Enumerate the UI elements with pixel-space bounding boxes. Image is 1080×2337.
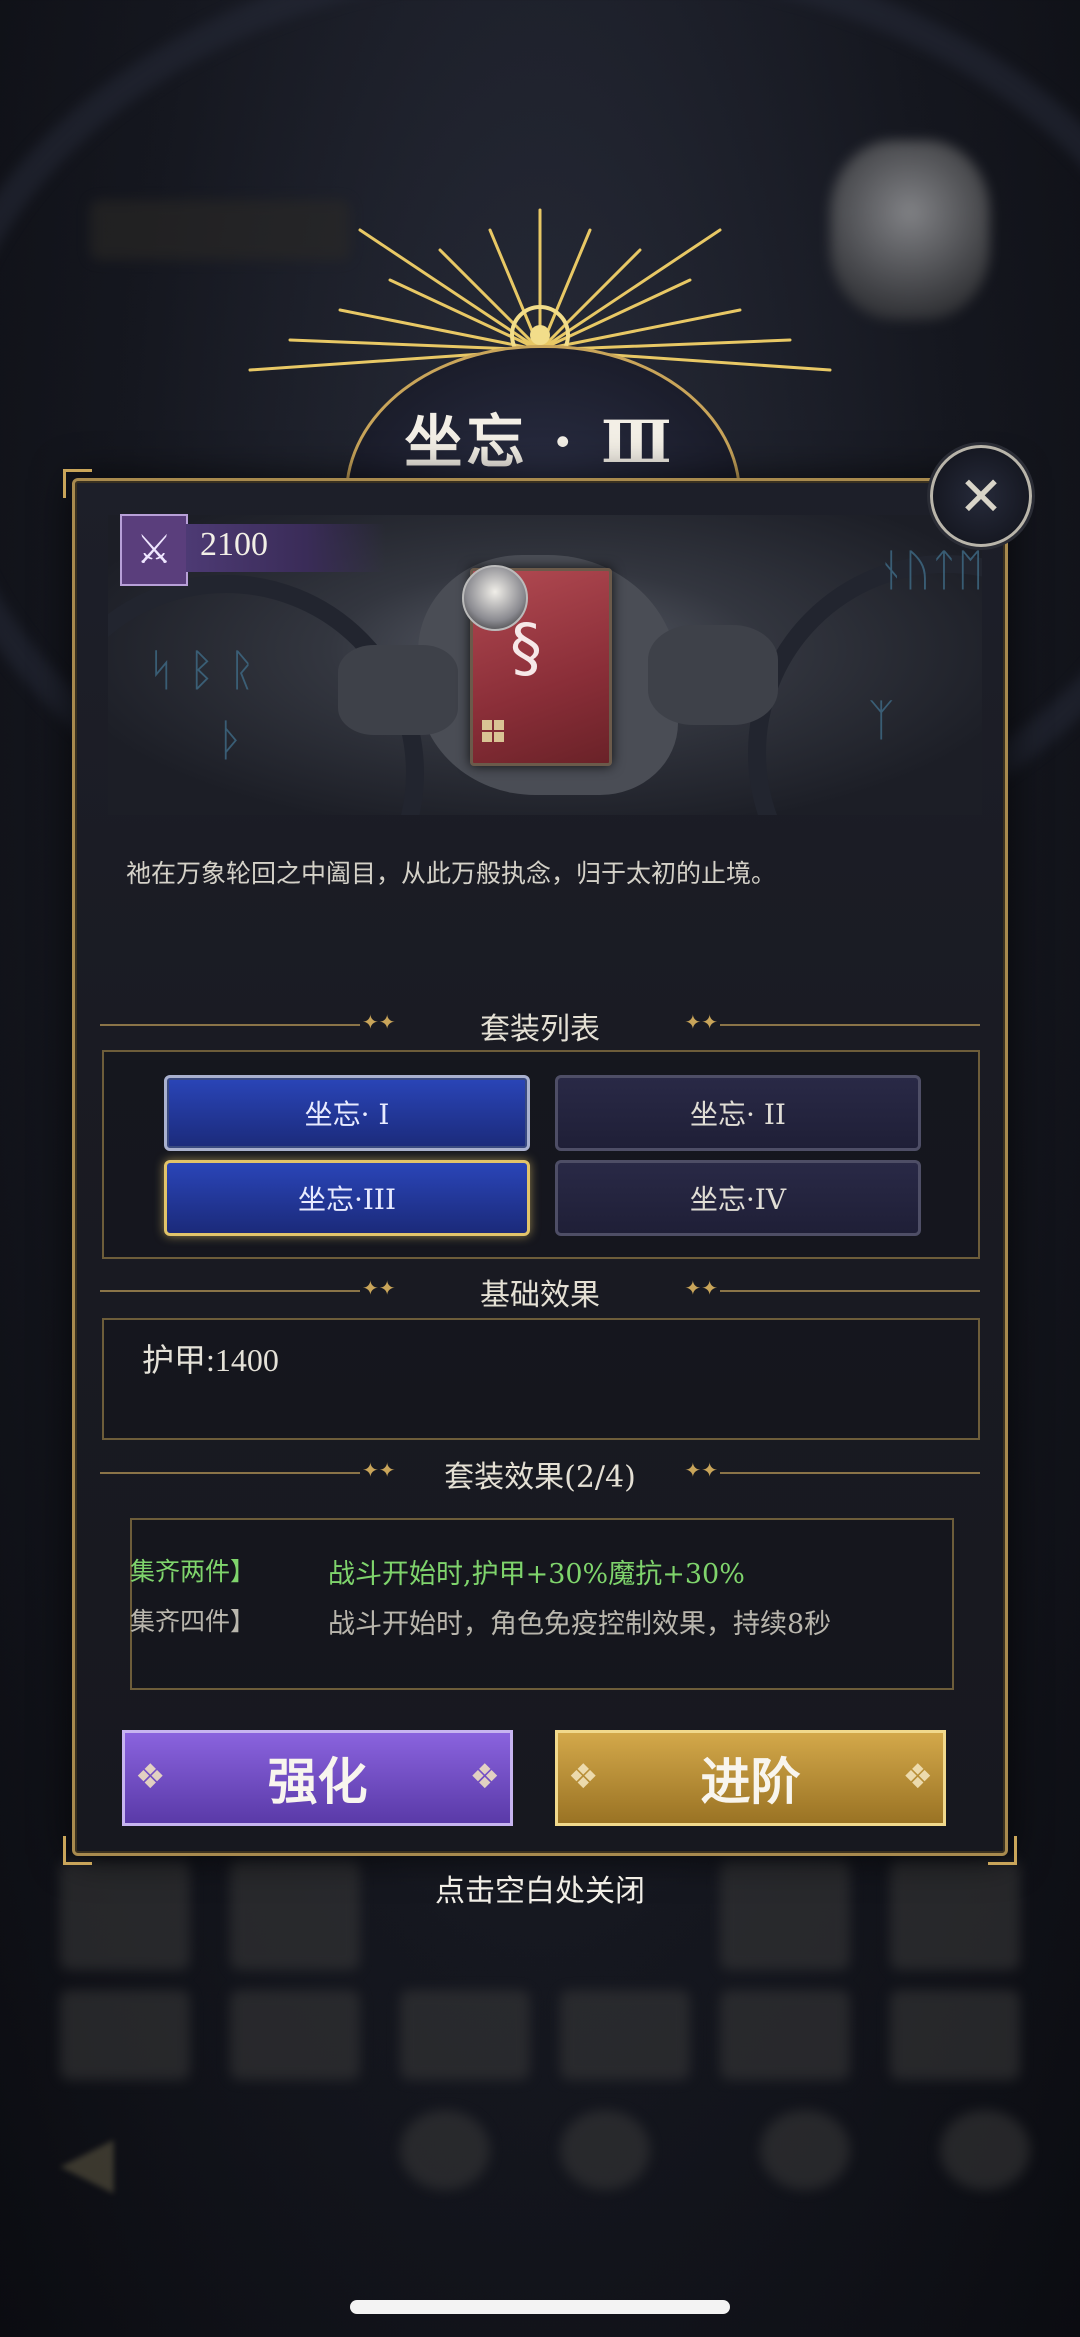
set-list-title: 套装列表 bbox=[480, 1012, 600, 1047]
base-effect-value: 护甲:1400 bbox=[142, 1342, 279, 1378]
set-list-header: ✦✦ 套装列表 ✦✦ bbox=[100, 1004, 980, 1047]
set-button-4[interactable]: 坐忘·IV bbox=[555, 1160, 921, 1236]
set-effect-requirement: 集齐四件】 bbox=[130, 1607, 256, 1636]
crossed-swords-icon: ⚔ bbox=[120, 514, 188, 586]
crossed-arrows-close-icon: ✕ bbox=[958, 464, 1004, 528]
back-arrow-icon[interactable]: ◀ bbox=[60, 2120, 140, 2202]
base-effect-title: 基础效果 bbox=[480, 1278, 600, 1313]
set-effect-title: 套装效果(2/4) bbox=[444, 1460, 636, 1495]
set-button-label: 坐忘·III bbox=[297, 1183, 397, 1216]
serpent-emblem-icon: § bbox=[510, 612, 542, 686]
set-button-label: 坐忘· I bbox=[304, 1098, 390, 1131]
set-effect-text: 战斗开始时,护甲+30%魔抗+30% bbox=[328, 1559, 745, 1590]
home-indicator[interactable] bbox=[350, 2300, 730, 2314]
grid-icon bbox=[482, 720, 504, 742]
set-effect-header: ✦✦ 套装效果(2/4) ✦✦ bbox=[100, 1452, 980, 1495]
close-hint[interactable]: 点击空白处关闭 bbox=[0, 1866, 1080, 1910]
set-button-2[interactable]: 坐忘· II bbox=[555, 1075, 921, 1151]
set-button-label: 坐忘·IV bbox=[689, 1183, 787, 1216]
set-effect-requirement: 集齐两件】 bbox=[130, 1557, 256, 1586]
ornament-icon: ❖ bbox=[469, 1757, 500, 1797]
equipment-description: 祂在万象轮回之中阖目，从此万般执念，归于太初的止境。 bbox=[126, 859, 777, 888]
set-button-3[interactable]: 坐忘·III bbox=[164, 1160, 530, 1236]
ornament-icon: ❖ bbox=[135, 1757, 166, 1797]
power-value: 2100 bbox=[200, 526, 268, 563]
set-effect-text: 战斗开始时，角色免疫控制效果，持续8秒 bbox=[328, 1609, 832, 1640]
advance-button[interactable]: ❖ 进阶 ❖ bbox=[555, 1730, 946, 1826]
set-button-1[interactable]: 坐忘· I bbox=[164, 1075, 530, 1151]
equipment-title: 坐忘 · Ⅲ bbox=[404, 408, 676, 476]
close-button[interactable]: ✕ bbox=[930, 445, 1032, 547]
enhance-button-label: 强化 bbox=[267, 1752, 368, 1811]
base-effect-header: ✦✦ 基础效果 ✦✦ bbox=[100, 1270, 980, 1313]
advance-button-label: 进阶 bbox=[700, 1752, 801, 1811]
ornament-icon: ❖ bbox=[568, 1757, 599, 1797]
set-button-label: 坐忘· II bbox=[690, 1098, 786, 1131]
enhance-button[interactable]: ❖ 强化 ❖ bbox=[122, 1730, 513, 1826]
ornament-icon: ❖ bbox=[902, 1757, 933, 1797]
